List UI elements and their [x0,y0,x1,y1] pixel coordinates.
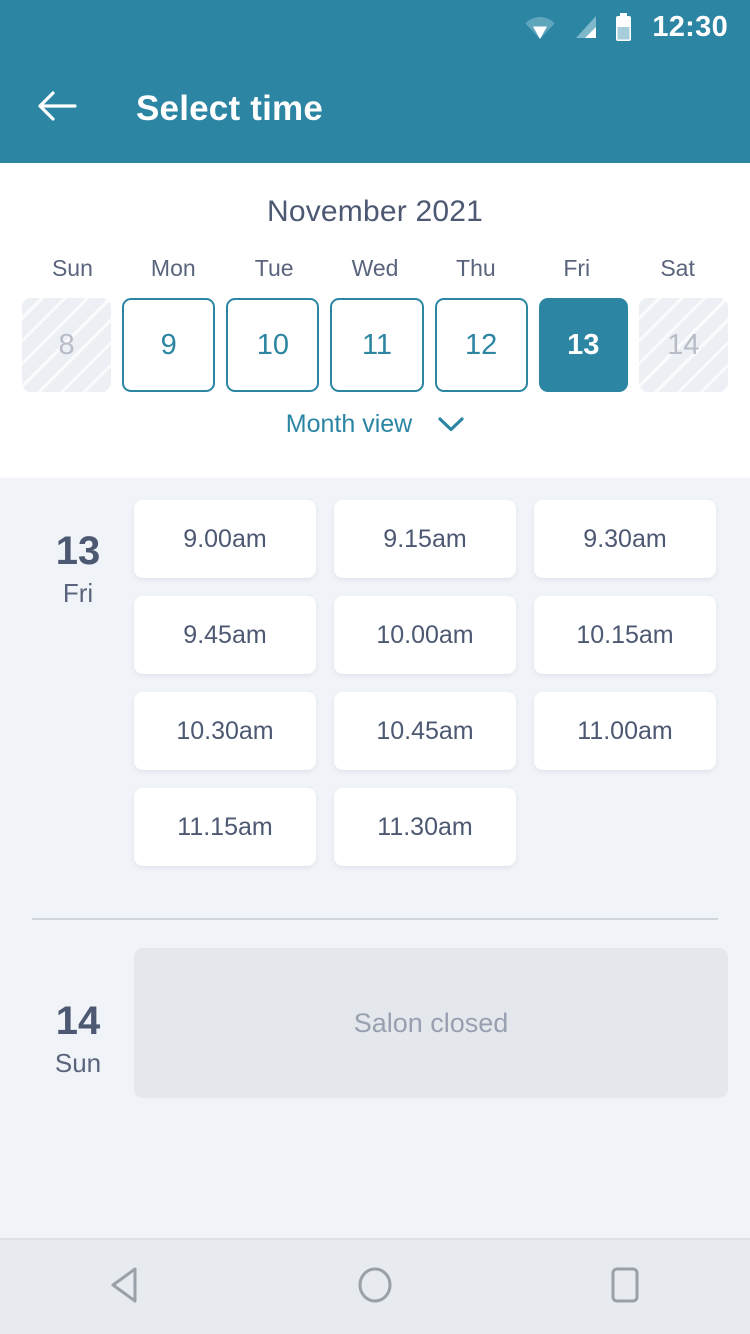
screen-root: 12:30 Select time November 2021 Sun Mon … [0,0,750,1334]
time-slot[interactable]: 10.30am [134,692,316,770]
android-nav-bar [0,1238,750,1334]
weekday-label: Sun [51,255,93,281]
schedule-day-13: 13 Fri 9.00am 9.15am 9.30am 9.45am 10.00… [0,478,750,866]
nav-back-button[interactable] [70,1252,180,1322]
weekday-label: Mon [150,255,196,281]
calendar-day-cell[interactable]: 11 [330,298,424,392]
calendar-day-cell: 8 [22,298,112,392]
calendar-day-cell[interactable]: 9 [122,298,216,392]
calendar-weekday-header: Sun Mon Tue Wed Thu Fri Sat [0,255,750,282]
back-button[interactable] [22,74,92,144]
schedule-day-label: 13 Fri [22,478,134,866]
month-view-label: Month view [285,410,413,438]
weekday-label: Thu [456,255,496,281]
signal-icon [572,14,598,40]
schedule-divider [32,918,718,920]
time-slot[interactable]: 9.45am [134,596,316,674]
time-slot[interactable]: 9.00am [134,500,316,578]
salon-closed-panel: Salon closed [134,948,728,1098]
calendar-panel: November 2021 Sun Mon Tue Wed Thu Fri Sa… [0,163,750,478]
status-bar: 12:30 [0,0,750,54]
schedule-day-number: 13 [55,529,101,573]
calendar-day-cell: 14 [638,298,728,392]
page-title: Select time [136,88,324,128]
nav-recents-button[interactable] [570,1252,680,1322]
calendar-day-cell-selected[interactable]: 13 [538,298,628,392]
status-icons [525,13,632,41]
arrow-left-icon [37,90,77,127]
calendar-day-cell[interactable]: 12 [434,298,528,392]
battery-icon [615,13,632,41]
schedule-day-number: 14 [55,999,101,1043]
schedule-day-weekday: Fri [62,578,94,608]
nav-home-button[interactable] [320,1252,430,1322]
schedule-day-weekday: Sun [54,1048,102,1078]
time-slot[interactable]: 10.15am [534,596,716,674]
calendar-month-title: November 2021 [266,195,484,228]
time-slot[interactable]: 11.00am [534,692,716,770]
calendar-day-strip: 8 9 10 11 12 13 14 [0,298,750,392]
app-bar: Select time [0,54,750,163]
triangle-back-icon [108,1266,142,1309]
square-recents-icon [608,1266,642,1309]
schedule-day-14: 14 Sun Salon closed [0,948,750,1098]
time-slot[interactable]: 10.00am [334,596,516,674]
time-slot[interactable]: 10.45am [334,692,516,770]
calendar-day-cell[interactable]: 10 [226,298,320,392]
weekday-label: Wed [351,255,399,281]
time-slot-grid: 9.00am 9.15am 9.30am 9.45am 10.00am 10.1… [134,478,728,866]
schedule-area: 13 Fri 9.00am 9.15am 9.30am 9.45am 10.00… [0,478,750,1238]
status-clock: 12:30 [652,10,728,43]
time-slot[interactable]: 9.30am [534,500,716,578]
circle-home-icon [356,1266,394,1309]
schedule-day-label: 14 Sun [22,948,134,1098]
chevron-down-icon [438,417,464,432]
wifi-icon [525,14,555,40]
time-slot[interactable]: 11.30am [334,788,516,866]
time-slot[interactable]: 11.15am [134,788,316,866]
weekday-label: Sat [660,255,695,281]
weekday-label: Tue [254,255,294,281]
time-slot[interactable]: 9.15am [334,500,516,578]
month-view-toggle[interactable]: Month view [0,410,750,439]
weekday-label: Fri [563,255,591,281]
